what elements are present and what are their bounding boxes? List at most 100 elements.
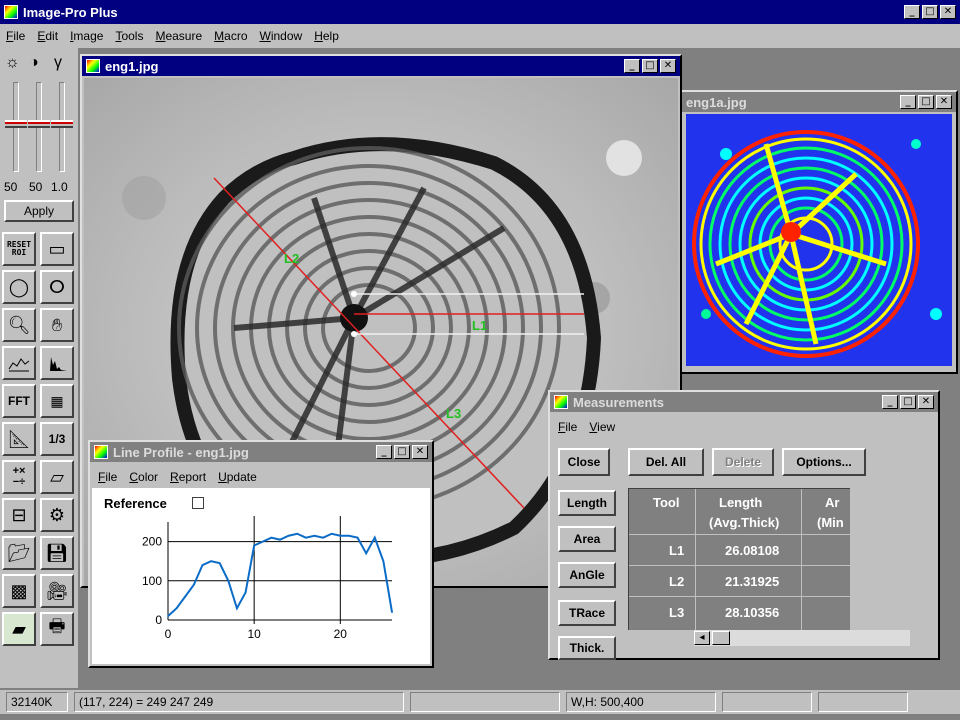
profile-data-point — [373, 536, 376, 539]
profile-data-point — [201, 564, 204, 566]
delete-all-button[interactable]: Del. All — [628, 448, 704, 476]
trace-button[interactable]: TRace — [558, 600, 616, 626]
false-color-rings-image — [686, 114, 952, 366]
profile-data-point — [305, 536, 307, 539]
rect-select-icon[interactable]: ▭ — [40, 232, 74, 266]
profile-data-point — [339, 534, 342, 537]
printer-icon[interactable]: 🖶 — [40, 612, 74, 646]
menu-tools[interactable]: Tools — [109, 29, 149, 43]
filter-grid-icon[interactable]: ▦ — [40, 384, 74, 418]
eng1a-title: eng1a.jpg — [686, 94, 747, 110]
hand-pan-icon[interactable]: ✋︎ — [40, 308, 74, 342]
meas-menu-file[interactable]: File — [552, 420, 583, 434]
menu-file[interactable]: File — [0, 29, 31, 43]
gears-icon[interactable]: ⚙︎ — [40, 498, 74, 532]
line-profile-minimize-button[interactable]: _ — [376, 445, 392, 459]
gamma-thumb[interactable] — [51, 120, 73, 128]
print-icon[interactable]: ▰ — [2, 612, 36, 646]
app-titlebar: Image-Pro Plus _ □ ✕ — [0, 0, 960, 24]
contrast-icon: ◑ — [29, 54, 39, 71]
eng1-minimize-button[interactable]: _ — [624, 59, 640, 73]
measurements-window-icon — [554, 395, 568, 409]
lp-menu-file[interactable]: File — [92, 470, 123, 484]
menu-window[interactable]: Window — [254, 29, 309, 43]
table-horizontal-scrollbar[interactable]: ◂ — [694, 630, 910, 646]
delete-button[interactable]: Delete — [712, 448, 774, 476]
scrollbar-thumb[interactable] — [712, 631, 730, 645]
line-profile-window: Line Profile - eng1.jpg _ □ ✕ File Color… — [88, 440, 434, 668]
status-bar: 32140K (117, 224) = 249 247 249 W,H: 500… — [0, 690, 960, 714]
close-button[interactable]: ✕ — [940, 5, 956, 19]
eng1a-close-button[interactable]: ✕ — [936, 95, 952, 109]
x-tick-label: 0 — [165, 627, 172, 641]
profile-data-point — [184, 595, 187, 598]
angle-button[interactable]: AnGle — [558, 562, 616, 588]
contrast-thumb[interactable] — [28, 120, 50, 128]
line-profile-close-button[interactable]: ✕ — [412, 445, 428, 459]
save-disk-icon[interactable]: 💾︎ — [40, 536, 74, 570]
line-label-l2: L2 — [284, 251, 299, 266]
gamma-icon: γ — [54, 54, 62, 71]
calibrate-icon[interactable]: 1/3 — [40, 422, 74, 456]
grid-icon[interactable]: ▩ — [2, 574, 36, 608]
measurements-close-button[interactable]: ✕ — [918, 395, 934, 409]
line-profile-glyph — [8, 358, 30, 372]
ellipse-select-icon[interactable]: ◯ — [2, 270, 36, 304]
length-button[interactable]: Length — [558, 490, 616, 516]
scroll-left-icon[interactable]: ◂ — [694, 631, 710, 645]
brightness-value: 50 — [4, 180, 18, 194]
menu-macro[interactable]: Macro — [208, 29, 253, 43]
line-profile-maximize-button[interactable]: □ — [394, 445, 410, 459]
col-area-subheader: (Min — [817, 515, 844, 530]
lp-menu-update[interactable]: Update — [212, 470, 263, 484]
profile-series-line — [167, 532, 393, 617]
profile-data-point — [175, 607, 178, 610]
arithmetic-icon[interactable]: +× −÷ — [2, 460, 36, 494]
layers-icon[interactable]: ▱ — [40, 460, 74, 494]
status-empty-2 — [722, 692, 812, 712]
status-image-size: W,H: 500,400 — [566, 692, 716, 712]
menu-measure[interactable]: Measure — [149, 29, 208, 43]
menu-edit[interactable]: Edit — [31, 29, 64, 43]
thick-button[interactable]: Thick. — [558, 636, 616, 660]
app-icon — [4, 5, 18, 19]
menu-help[interactable]: Help — [308, 29, 345, 43]
lp-menu-report[interactable]: Report — [164, 470, 212, 484]
brightness-thumb[interactable] — [5, 120, 27, 128]
lp-menu-color[interactable]: Color — [123, 470, 164, 484]
menu-image[interactable]: Image — [64, 29, 109, 43]
line-profile-titlebar: Line Profile - eng1.jpg _ □ ✕ — [90, 442, 432, 462]
freehand-select-icon[interactable]: ⵔ — [40, 270, 74, 304]
profile-data-point — [356, 536, 359, 539]
line-profile-icon[interactable] — [2, 346, 36, 380]
eng1-maximize-button[interactable]: □ — [642, 59, 658, 73]
eng1a-titlebar: eng1a.jpg _ □ ✕ — [682, 92, 956, 112]
profile-data-point — [296, 532, 299, 535]
measure-icon[interactable]: 📐︎ — [2, 422, 36, 456]
eng1a-maximize-button[interactable]: □ — [918, 95, 934, 109]
eng1-close-button[interactable]: ✕ — [660, 59, 676, 73]
measurements-maximize-button[interactable]: □ — [900, 395, 916, 409]
apply-button[interactable]: Apply — [4, 200, 74, 222]
line-label-l1: L1 — [472, 318, 487, 333]
line-label-l3: L3 — [446, 406, 461, 421]
area-button[interactable]: Area — [558, 526, 616, 552]
fft-icon[interactable]: FFT — [2, 384, 36, 418]
measurements-close-btn[interactable]: Close — [558, 448, 610, 476]
open-folder-icon[interactable]: 📂︎ — [2, 536, 36, 570]
eng1-titlebar: eng1.jpg _ □ ✕ — [82, 56, 680, 76]
measurements-minimize-button[interactable]: _ — [882, 395, 898, 409]
meas-menu-view[interactable]: View — [583, 420, 621, 434]
status-memory: 32140K — [6, 692, 68, 712]
camera-icon[interactable]: 🎥︎ — [40, 574, 74, 608]
maximize-button[interactable]: □ — [922, 5, 938, 19]
flowchart-icon[interactable]: ⊟ — [2, 498, 36, 532]
minimize-button[interactable]: _ — [904, 5, 920, 19]
zoom-icon[interactable]: 🔍︎ — [2, 308, 36, 342]
line-profile-menubar: File Color Report Update — [92, 466, 430, 488]
status-empty-3 — [818, 692, 908, 712]
options-button[interactable]: Options... — [782, 448, 866, 476]
histogram-icon[interactable] — [40, 346, 74, 380]
reset-roi-button[interactable]: RESET ROI — [2, 232, 36, 266]
eng1a-minimize-button[interactable]: _ — [900, 95, 916, 109]
